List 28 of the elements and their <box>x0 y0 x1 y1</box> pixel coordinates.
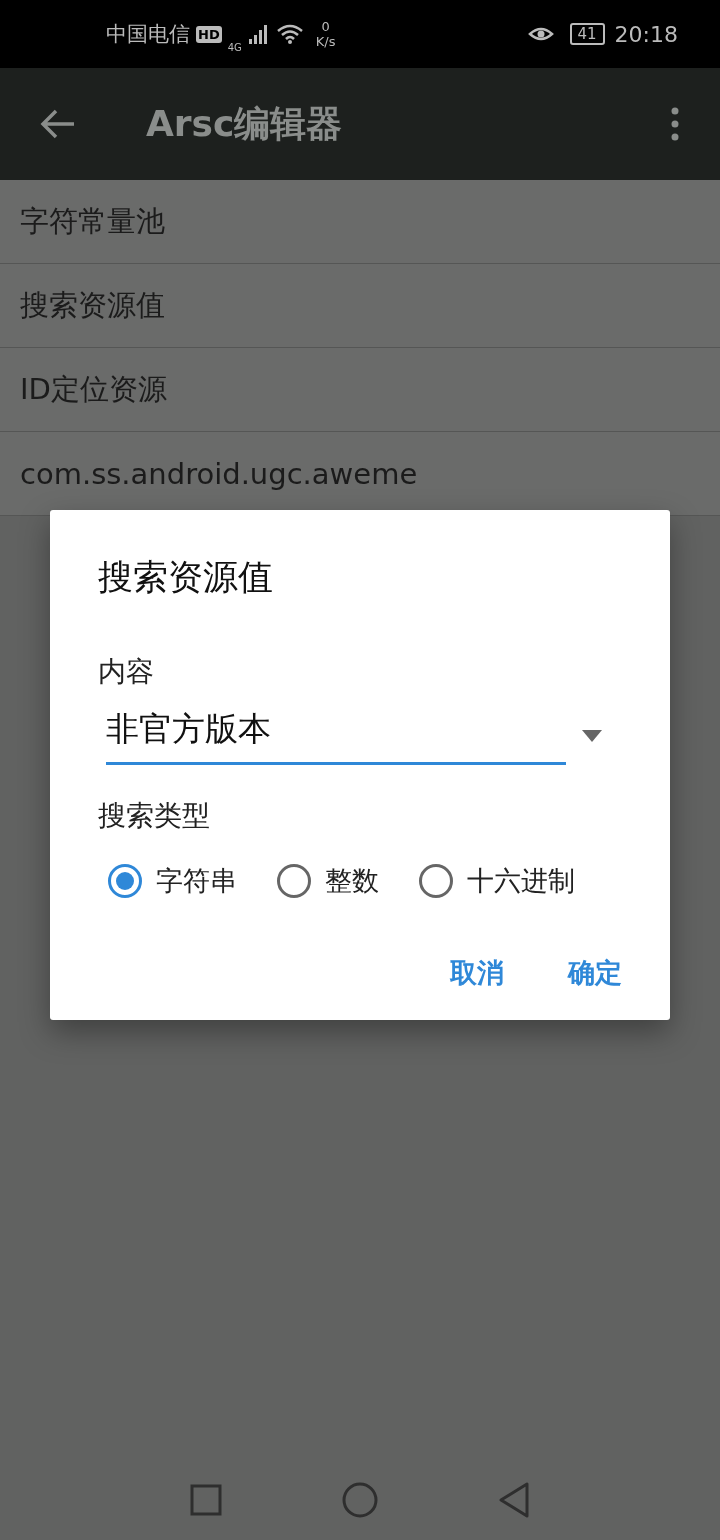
app-title: Arsc编辑器 <box>146 101 344 146</box>
radio-option[interactable]: 字符串 <box>108 863 237 899</box>
more-options-icon[interactable] <box>670 107 680 141</box>
radio-option[interactable]: 十六进制 <box>419 863 575 899</box>
radio-button-icon[interactable] <box>277 864 311 898</box>
speed-value: 0 <box>321 19 330 34</box>
dialog-button[interactable]: 确定 <box>560 947 630 999</box>
dropdown-caret-icon[interactable] <box>582 730 602 742</box>
dialog-button[interactable]: 取消 <box>442 947 512 999</box>
hd-badge: HD <box>196 25 222 43</box>
content-label: 内容 <box>98 654 155 690</box>
speed-unit: K/s <box>315 34 336 49</box>
content-field[interactable]: 非官方版本 <box>106 707 566 765</box>
radio-label[interactable]: 字符串 <box>156 863 237 899</box>
dialog-title: 搜索资源值 <box>98 556 274 599</box>
signal-icon <box>247 23 270 45</box>
radio-option[interactable]: 整数 <box>277 863 379 899</box>
search-type-label: 搜索类型 <box>98 798 211 834</box>
wifi-icon <box>275 23 304 45</box>
clock: 20:18 <box>614 21 678 47</box>
radio-label[interactable]: 整数 <box>325 863 379 899</box>
radio-button-icon[interactable] <box>108 864 142 898</box>
battery-level: 41 <box>569 23 605 45</box>
radio-label[interactable]: 十六进制 <box>467 863 575 899</box>
carrier-name: 中国电信 <box>106 21 190 48</box>
network-type: 4G <box>227 41 242 53</box>
radio-button-icon[interactable] <box>419 864 453 898</box>
back-arrow-icon[interactable] <box>40 108 76 140</box>
